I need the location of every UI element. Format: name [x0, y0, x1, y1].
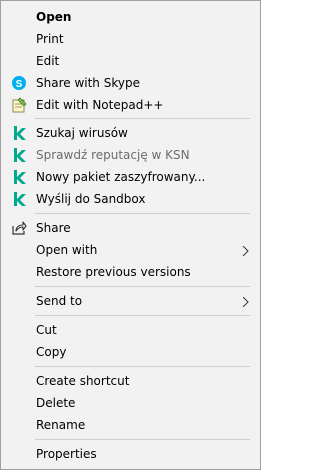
- menu-item-open[interactable]: Open: [2, 6, 259, 28]
- menu-item-label: Send to: [36, 294, 83, 308]
- menu-separator: [35, 213, 250, 214]
- kaspersky-k-icon: [11, 125, 27, 141]
- menu-item-send-to-sandbox[interactable]: Wyślij do Sandbox: [2, 188, 259, 210]
- menu-item-print[interactable]: Print: [2, 28, 259, 50]
- menu-item-label: Wyślij do Sandbox: [36, 192, 146, 206]
- menu-item-label: Share with Skype: [36, 76, 140, 90]
- kaspersky-k-icon: [11, 147, 27, 163]
- menu-separator: [35, 439, 250, 440]
- share-icon: [11, 220, 27, 236]
- menu-separator: [35, 366, 250, 367]
- svg-text:S: S: [16, 79, 23, 90]
- menu-item-cut[interactable]: Cut: [2, 319, 259, 341]
- menu-item-edit-with-notepad[interactable]: Edit with Notepad++: [2, 94, 259, 116]
- kaspersky-k-icon: [11, 191, 27, 207]
- chevron-right-icon: [240, 296, 250, 308]
- menu-item-edit[interactable]: Edit: [2, 50, 259, 72]
- menu-item-create-shortcut[interactable]: Create shortcut: [2, 370, 259, 392]
- skype-icon: S: [11, 75, 27, 91]
- menu-separator: [35, 286, 250, 287]
- menu-item-label: Cut: [36, 323, 57, 337]
- kaspersky-k-icon: [11, 169, 27, 185]
- menu-item-copy[interactable]: Copy: [2, 341, 259, 363]
- menu-item-delete[interactable]: Delete: [2, 392, 259, 414]
- menu-item-label: Open: [36, 10, 72, 24]
- menu-item-label: Edit with Notepad++: [36, 98, 164, 112]
- menu-item-send-to[interactable]: Send to: [2, 290, 259, 312]
- menu-item-properties[interactable]: Properties: [2, 443, 259, 465]
- menu-item-label: Delete: [36, 396, 76, 410]
- menu-item-restore-previous-versions[interactable]: Restore previous versions: [2, 261, 259, 283]
- notepad-plus-plus-icon: [11, 97, 27, 113]
- menu-item-label: Restore previous versions: [36, 265, 191, 279]
- menu-item-label: Szukaj wirusów: [36, 126, 128, 140]
- menu-item-label: Copy: [36, 345, 67, 359]
- menu-item-label: Share: [36, 221, 71, 235]
- menu-item-label: Edit: [36, 54, 60, 68]
- menu-item-rename[interactable]: Rename: [2, 414, 259, 436]
- menu-item-label: Rename: [36, 418, 86, 432]
- menu-item-open-with[interactable]: Open with: [2, 239, 259, 261]
- menu-item-share[interactable]: Share: [2, 217, 259, 239]
- menu-item-scan-virus[interactable]: Szukaj wirusów: [2, 122, 259, 144]
- menu-separator: [35, 315, 250, 316]
- menu-item-new-encrypted[interactable]: Nowy pakiet zaszyfrowany...: [2, 166, 259, 188]
- menu-item-label: Properties: [36, 447, 97, 461]
- menu-item-label: Print: [36, 32, 64, 46]
- menu-item-share-with-skype[interactable]: S Share with Skype: [2, 72, 259, 94]
- menu-separator: [35, 118, 250, 119]
- menu-item-label: Sprawdź reputację w KSN: [36, 148, 190, 162]
- menu-item-label: Create shortcut: [36, 374, 130, 388]
- menu-item-label: Nowy pakiet zaszyfrowany...: [36, 170, 206, 184]
- menu-item-label: Open with: [36, 243, 98, 257]
- chevron-right-icon: [240, 245, 250, 257]
- context-menu: Open Print Edit S Share with Skype Edit …: [0, 0, 261, 470]
- menu-item-check-reputation: Sprawdź reputację w KSN: [2, 144, 259, 166]
